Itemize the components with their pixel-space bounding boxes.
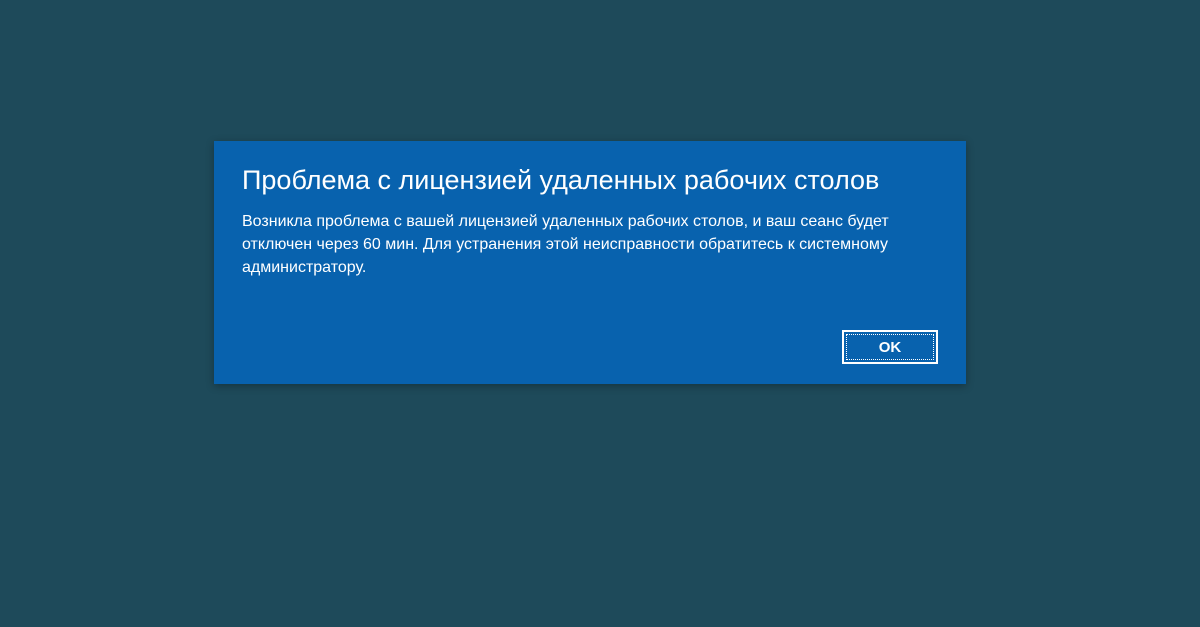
dialog-title: Проблема с лицензией удаленных рабочих с… [242, 163, 938, 198]
license-error-dialog: Проблема с лицензией удаленных рабочих с… [214, 141, 966, 384]
ok-button[interactable]: OK [842, 330, 938, 364]
dialog-button-row: OK [842, 330, 938, 364]
dialog-message: Возникла проблема с вашей лицензией удал… [242, 210, 937, 280]
